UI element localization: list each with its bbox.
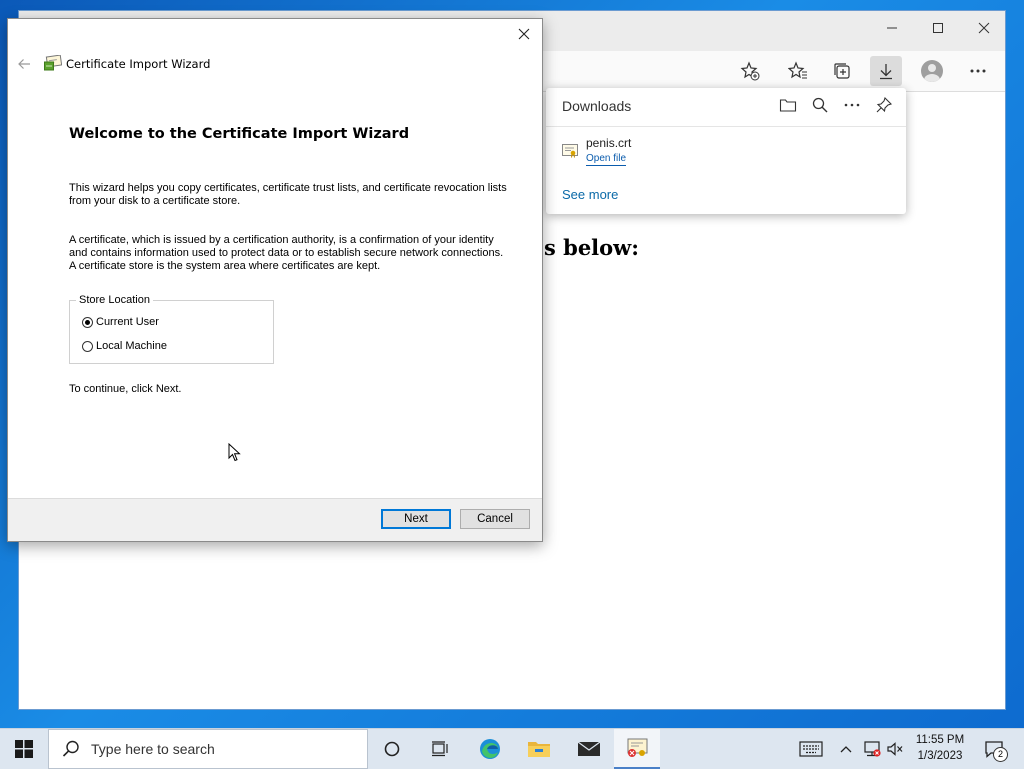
- store-location-legend: Store Location: [76, 294, 153, 306]
- pin-downloads-button[interactable]: [872, 94, 896, 116]
- wizard-title: Certificate Import Wizard: [66, 57, 211, 71]
- wizard-footer: Next Cancel: [8, 498, 542, 541]
- mail-icon: [577, 741, 601, 756]
- current-user-option[interactable]: Current User: [82, 316, 159, 328]
- certificate-import-wizard: Certificate Import Wizard Welcome to the…: [7, 18, 543, 542]
- clock-time: 11:55 PM: [915, 734, 965, 746]
- page-heading: s below:: [544, 235, 639, 260]
- downloads-more-button[interactable]: [840, 94, 864, 116]
- downloads-title: Downloads: [562, 98, 632, 114]
- task-view-button[interactable]: [418, 729, 462, 769]
- windows-logo-icon: [15, 740, 33, 758]
- notification-count-badge: 2: [993, 747, 1008, 762]
- show-hidden-icons-button[interactable]: [836, 729, 856, 769]
- taskbar-search-box[interactable]: Type here to search: [48, 729, 368, 769]
- favorites-icon: [788, 61, 807, 79]
- open-file-link[interactable]: Open file: [586, 153, 627, 166]
- pin-icon: [876, 96, 893, 113]
- favorites-button[interactable]: [782, 56, 814, 86]
- wizard-close-button[interactable]: [512, 23, 536, 45]
- browser-close-button[interactable]: [961, 15, 1007, 43]
- local-machine-option[interactable]: Local Machine: [82, 340, 167, 352]
- taskbar: Type here to search 11:55 PM 1/3/2023: [0, 728, 1024, 769]
- profile-icon: [921, 60, 943, 82]
- network-disconnected-icon: [864, 741, 881, 757]
- taskbar-edge-button[interactable]: [468, 729, 512, 769]
- certificate-file-icon: [562, 144, 578, 158]
- store-location-group: Store Location Current User Local Machin…: [69, 294, 274, 364]
- cortana-icon: [384, 741, 400, 757]
- start-button[interactable]: [0, 729, 48, 769]
- taskbar-file-explorer-button[interactable]: [516, 729, 562, 769]
- task-view-icon: [432, 741, 448, 757]
- add-favorite-button[interactable]: [734, 56, 766, 86]
- taskbar-clock[interactable]: 11:55 PM 1/3/2023: [912, 732, 968, 764]
- file-explorer-icon: [528, 742, 550, 757]
- back-arrow-icon: [18, 59, 30, 69]
- minimize-icon: [887, 27, 897, 29]
- maximize-icon: [933, 23, 943, 33]
- local-machine-label: Local Machine: [96, 340, 167, 352]
- edge-browser-icon: [480, 739, 500, 759]
- current-user-label: Current User: [96, 316, 159, 328]
- close-icon: [978, 22, 990, 34]
- wizard-intro-text: This wizard helps you copy certificates,…: [69, 182, 507, 207]
- network-status-button[interactable]: [860, 729, 884, 769]
- collections-button[interactable]: [826, 56, 858, 86]
- volume-muted-icon: [887, 742, 903, 756]
- certificate-icon: [44, 55, 62, 71]
- more-button[interactable]: [962, 56, 994, 86]
- see-more-link[interactable]: See more: [562, 187, 618, 202]
- certificate-wizard-icon: [627, 738, 648, 757]
- more-icon: [844, 103, 860, 107]
- more-icon: [970, 69, 986, 73]
- add-favorite-icon: [740, 61, 760, 81]
- profile-button[interactable]: [916, 56, 948, 86]
- wizard-heading: Welcome to the Certificate Import Wizard: [69, 126, 410, 142]
- keyboard-input-indicator[interactable]: [796, 729, 826, 769]
- downloads-icon: [880, 64, 892, 80]
- wizard-certificate-description: A certificate, which is issued by a cert…: [69, 234, 504, 272]
- downloads-flyout: Downloads penis.crt Open file See more: [546, 88, 906, 214]
- maximize-button[interactable]: [915, 15, 961, 43]
- downloads-button[interactable]: [870, 56, 902, 86]
- volume-button[interactable]: [884, 729, 906, 769]
- search-downloads-button[interactable]: [808, 94, 832, 116]
- taskbar-mail-button[interactable]: [566, 729, 612, 769]
- folder-icon: [779, 99, 797, 112]
- wizard-back-button[interactable]: [15, 55, 33, 73]
- current-user-radio[interactable]: [82, 316, 93, 328]
- search-placeholder: Type here to search: [91, 741, 215, 757]
- cancel-button[interactable]: Cancel: [460, 509, 530, 529]
- clock-date: 1/3/2023: [917, 750, 963, 762]
- minimize-button[interactable]: [869, 15, 915, 43]
- downloads-divider: [546, 126, 906, 127]
- downloaded-file-name[interactable]: penis.crt: [586, 136, 631, 150]
- search-icon: [62, 740, 79, 757]
- collections-icon: [834, 63, 850, 79]
- mouse-cursor-icon: [228, 443, 241, 462]
- local-machine-radio[interactable]: [82, 340, 93, 352]
- keyboard-icon: [799, 741, 823, 757]
- continue-instruction: To continue, click Next.: [69, 383, 182, 395]
- open-downloads-folder-button[interactable]: [776, 94, 800, 116]
- search-icon: [812, 97, 828, 113]
- cortana-button[interactable]: [370, 729, 414, 769]
- close-icon: [518, 28, 530, 40]
- taskbar-certificate-wizard-button[interactable]: [614, 729, 660, 769]
- next-button[interactable]: Next: [381, 509, 451, 529]
- chevron-up-icon: [840, 746, 852, 753]
